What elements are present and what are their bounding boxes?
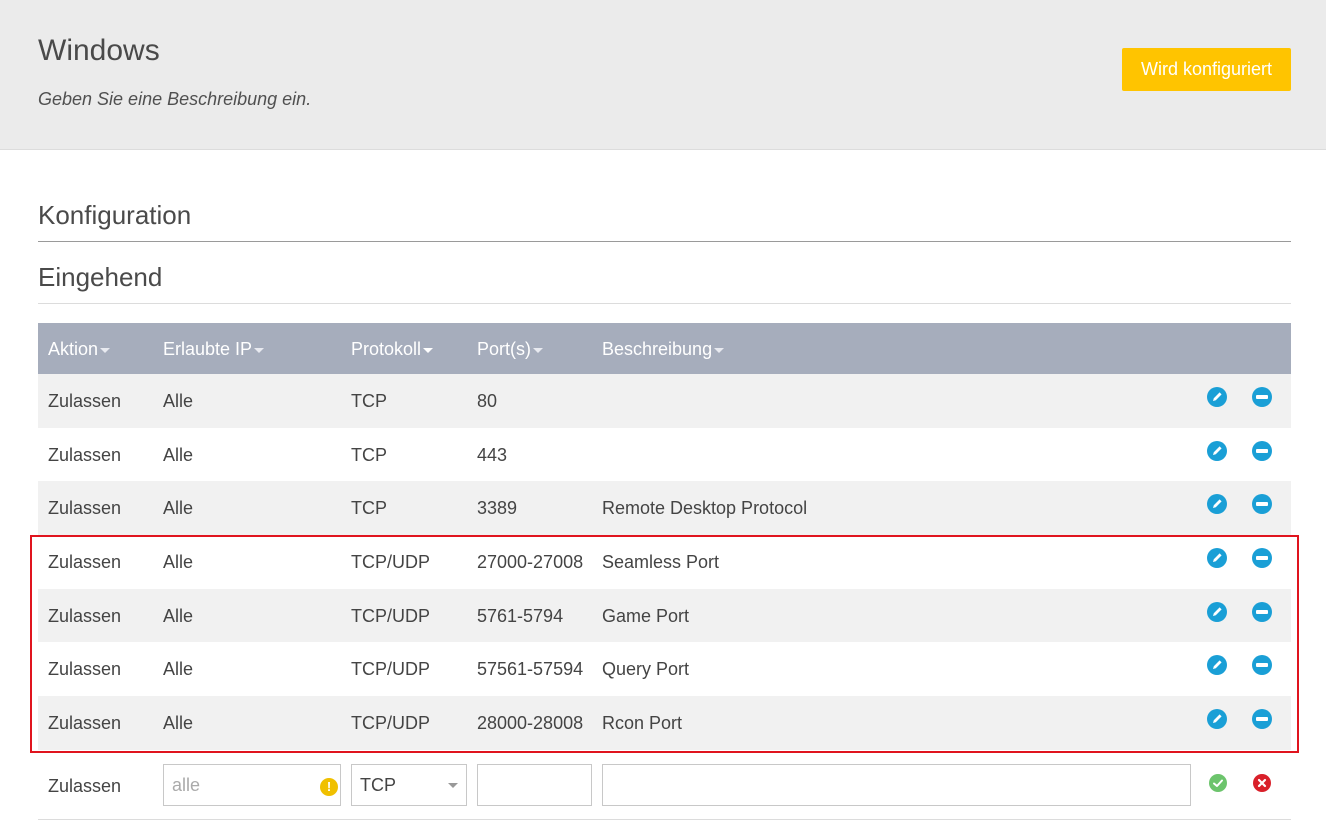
page-header: Windows Geben Sie eine Beschreibung ein.… [0, 0, 1326, 150]
rule-ip: Alle [163, 552, 194, 572]
column-header-ip[interactable]: Erlaubte IP [163, 339, 265, 360]
remove-icon[interactable] [1252, 655, 1272, 675]
rule-ip: Alle [163, 391, 194, 411]
rule-action: Zulassen [48, 552, 122, 572]
rule-protocol: TCP/UDP [351, 606, 431, 626]
edit-icon[interactable] [1207, 602, 1227, 622]
rule-action: Zulassen [48, 606, 122, 626]
chevron-down-icon [448, 783, 458, 788]
column-header-protocol[interactable]: Protokoll [351, 339, 434, 360]
divider [38, 303, 1291, 304]
table-row: Zulassen Alle TCP 80 [38, 374, 1291, 428]
warning-icon: ! [320, 778, 338, 796]
remove-icon[interactable] [1252, 494, 1272, 514]
divider [38, 241, 1291, 242]
rule-protocol: TCP [351, 391, 387, 411]
rule-action: Zulassen [48, 659, 122, 679]
column-header-action[interactable]: Aktion [48, 339, 111, 360]
table-header: Aktion Erlaubte IP Protokoll Port(s) Bes… [38, 323, 1291, 374]
rule-description: Query Port [602, 659, 690, 679]
rule-ports: 57561-57594 [477, 659, 584, 679]
rule-description: Game Port [602, 606, 690, 626]
sort-caret-icon [714, 347, 725, 353]
confirm-icon[interactable] [1209, 774, 1227, 792]
edit-icon[interactable] [1207, 441, 1227, 461]
rule-ip: Alle [163, 498, 194, 518]
column-header-ports[interactable]: Port(s) [477, 339, 543, 360]
rule-protocol: TCP/UDP [351, 552, 431, 572]
remove-icon[interactable] [1252, 441, 1272, 461]
rule-ports: 28000-28008 [477, 713, 584, 733]
rule-ip: Alle [163, 445, 194, 465]
rule-action: Zulassen [48, 445, 122, 465]
edit-icon[interactable] [1207, 548, 1227, 568]
rule-ip: Alle [163, 606, 194, 626]
remove-icon[interactable] [1252, 709, 1272, 729]
description-input[interactable] [602, 764, 1191, 806]
rule-ports: 443 [477, 445, 508, 465]
status-button[interactable]: Wird konfiguriert [1122, 48, 1291, 91]
sort-caret-icon [254, 347, 265, 353]
allowed-ip-input[interactable] [163, 764, 341, 806]
table-row: Zulassen Alle TCP 3389 Remote Desktop Protoc… [38, 481, 1291, 535]
remove-icon[interactable] [1252, 602, 1272, 622]
new-rule-row: Zulassen ! TCP [38, 760, 1291, 820]
rule-ip: Alle [163, 659, 194, 679]
rule-ports: 80 [477, 391, 498, 411]
edit-icon[interactable] [1207, 655, 1227, 675]
rule-protocol: TCP/UDP [351, 713, 431, 733]
section-title-inbound: Eingehend [38, 262, 163, 292]
remove-icon[interactable] [1252, 548, 1272, 568]
protocol-select[interactable]: TCP [351, 764, 467, 806]
sort-caret-icon [100, 347, 111, 353]
table-row: Zulassen Alle TCP/UDP 27000-27008 Seamless P… [38, 535, 1291, 589]
table-row: Zulassen Alle TCP/UDP 28000-28008 Rcon Port [38, 696, 1291, 750]
page-description[interactable]: Geben Sie eine Beschreibung ein. [38, 89, 311, 110]
rule-protocol: TCP/UDP [351, 659, 431, 679]
table-row: Zulassen Alle TCP 443 [38, 428, 1291, 481]
table-row: Zulassen Alle TCP/UDP 57561-57594 Query Port [38, 642, 1291, 696]
rule-description: Rcon Port [602, 713, 683, 733]
rule-action: Zulassen [48, 498, 122, 518]
sort-caret-icon [423, 347, 434, 353]
rule-description: Seamless Port [602, 552, 720, 572]
rule-protocol: TCP [351, 498, 387, 518]
new-rule-action: Zulassen [48, 776, 122, 796]
edit-icon[interactable] [1207, 709, 1227, 729]
sort-caret-icon [533, 347, 543, 353]
cancel-icon[interactable] [1253, 774, 1271, 792]
rule-action: Zulassen [48, 713, 122, 733]
rule-ports: 27000-27008 [477, 552, 584, 572]
edit-icon[interactable] [1207, 494, 1227, 514]
rule-ports: 3389 [477, 498, 518, 518]
edit-icon[interactable] [1207, 387, 1227, 407]
remove-icon[interactable] [1252, 387, 1272, 407]
section-title-configuration: Konfiguration [38, 200, 192, 230]
column-header-description[interactable]: Beschreibung [602, 339, 725, 360]
rule-action: Zulassen [48, 391, 122, 411]
page-title: Windows [38, 34, 160, 67]
rule-protocol: TCP [351, 445, 387, 465]
rule-description: Remote Desktop Protocol [602, 498, 808, 518]
rule-ports: 5761-5794 [477, 606, 564, 626]
rule-ip: Alle [163, 713, 194, 733]
ports-input[interactable] [477, 764, 592, 806]
table-row: Zulassen Alle TCP/UDP 5761-5794 Game Port [38, 589, 1291, 642]
